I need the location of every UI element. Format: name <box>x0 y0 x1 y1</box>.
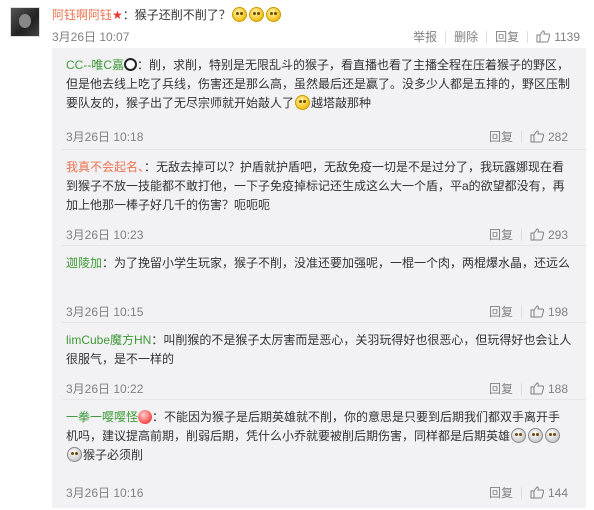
timestamp: 3月26日 10:22 <box>66 382 144 396</box>
username-link[interactable]: 一拳一嘤嘤怪 <box>66 410 138 424</box>
panda-badge-icon <box>124 58 137 71</box>
divider <box>520 131 522 143</box>
smirk-emoji-icon <box>295 95 311 110</box>
like-button[interactable]: 198 <box>530 305 568 319</box>
thumbs-up-icon <box>530 382 544 395</box>
main-comment: 阿钰啊阿钰★：猴子还削不削了？ 3月26日 10:07 举报 删除 回复 1139 <box>0 0 594 48</box>
reply-button[interactable]: 回复 <box>495 28 519 45</box>
divider <box>520 229 522 241</box>
like-button[interactable]: 293 <box>530 228 568 242</box>
avatar[interactable] <box>10 7 40 37</box>
laugh-emoji-icon <box>265 7 281 22</box>
main-comment-line: 阿钰啊阿钰★：猴子还削不削了？ <box>52 6 282 24</box>
reply-content: 迦陵加：为了挽留小学生玩家，猴子不削，没准还要加强呢，一棍一个肉，两棍爆水晶，还… <box>66 254 572 273</box>
divider <box>527 31 529 43</box>
divider <box>486 31 488 43</box>
username-link[interactable]: 迦陵加 <box>66 256 102 270</box>
thumbs-up-icon <box>530 486 544 499</box>
like-count: 282 <box>547 130 568 144</box>
like-count: 1139 <box>554 30 580 44</box>
reply-content: 一拳一嘤嘤怪 ：不能因为猴子是后期英雄就不削，你的意思是只要到后期我们都双手离开手… <box>66 408 572 465</box>
like-count: 293 <box>547 228 568 242</box>
reply-item: 迦陵加：为了挽留小学生玩家，猴子不削，没准还要加强呢，一棍一个肉，两棍爆水晶，还… <box>62 246 586 323</box>
username-link[interactable]: 我真不会起名、 <box>66 160 144 174</box>
reply-actions: 回复 293 <box>489 226 568 243</box>
divider <box>520 306 522 318</box>
reply-button[interactable]: 回复 <box>489 303 513 320</box>
like-count: 144 <box>547 486 568 500</box>
divider <box>445 31 447 43</box>
cry-emoji-icon <box>528 428 544 443</box>
cry-emoji-icon <box>511 428 527 443</box>
reply-content: limCube魔方HN：叫削猴的不是猴子太厉害而是恶心，关羽玩得好也很恶心，但玩… <box>66 331 572 369</box>
like-count: 188 <box>547 382 568 396</box>
username-link[interactable]: limCube魔方HN <box>66 333 151 347</box>
laugh-emoji-icon <box>231 7 247 22</box>
thumbs-up-icon <box>530 305 544 318</box>
cry-emoji-icon <box>67 447 82 462</box>
reply-button[interactable]: 回复 <box>489 226 513 243</box>
report-button[interactable]: 举报 <box>413 28 437 45</box>
timestamp: 3月26日 10:15 <box>66 305 144 319</box>
reply-item: 一拳一嘤嘤怪 ：不能因为猴子是后期英雄就不削，你的意思是只要到后期我们都双手离开手… <box>62 400 586 508</box>
thumbs-up-icon <box>536 30 551 43</box>
username-link[interactable]: 阿钰啊阿钰 <box>52 8 112 22</box>
like-button[interactable]: 282 <box>530 130 568 144</box>
like-button[interactable]: 144 <box>530 486 568 500</box>
like-count: 198 <box>547 305 568 319</box>
red-star-icon: ★ <box>112 8 123 22</box>
reply-text-tail: 猴子必须削 <box>83 448 144 462</box>
reply-actions: 回复 144 <box>489 484 568 501</box>
timestamp: 3月26日 10:18 <box>66 130 144 144</box>
cry-emoji-icon <box>545 428 561 443</box>
thumbs-up-icon <box>530 130 544 143</box>
red-face-badge-icon <box>138 410 153 424</box>
reply-item: 我真不会起名、：无敌去掉可以？护盾就护盾吧，无敌免疫一切是不是过分了，我玩露娜现… <box>62 150 586 246</box>
reply-actions: 回复 188 <box>489 380 568 397</box>
timestamp: 3月26日 10:16 <box>66 486 144 500</box>
reply-text: ：为了挽留小学生玩家，猴子不削，没准还要加强呢，一棍一个肉，两棍爆水晶，还远么 <box>102 256 571 270</box>
reply-text-tail: 越塔敲那种 <box>311 96 372 110</box>
comment-text: ：猴子还削不削了？ <box>122 8 231 22</box>
reply-content: CC--唯C嘉 ：削，求削，特别是无限乱斗的猴子，看直播也看了主播全程在压着猴子的… <box>66 56 572 113</box>
reply-button[interactable]: 回复 <box>489 128 513 145</box>
thumbs-up-icon <box>530 228 544 241</box>
reply-button[interactable]: 回复 <box>489 484 513 501</box>
like-button[interactable]: 1139 <box>536 30 580 44</box>
reply-actions: 回复 282 <box>489 128 568 145</box>
divider <box>520 487 522 499</box>
reply-item: limCube魔方HN：叫削猴的不是猴子太厉害而是恶心，关羽玩得好也很恶心，但玩… <box>62 323 586 400</box>
delete-button[interactable]: 删除 <box>454 28 478 45</box>
timestamp: 3月26日 10:23 <box>66 228 144 242</box>
laugh-emoji-icon <box>248 7 264 22</box>
username-link[interactable]: CC--唯C嘉 <box>66 58 124 72</box>
reply-actions: 回复 198 <box>489 303 568 320</box>
timestamp: 3月26日 10:07 <box>52 30 130 44</box>
divider <box>520 383 522 395</box>
like-button[interactable]: 188 <box>530 382 568 396</box>
replies-panel: CC--唯C嘉 ：削，求削，特别是无限乱斗的猴子，看直播也看了主播全程在压着猴子的… <box>52 48 586 508</box>
reply-content: 我真不会起名、：无敌去掉可以？护盾就护盾吧，无敌免疫一切是不是过分了，我玩露娜现… <box>66 158 572 215</box>
reply-item: CC--唯C嘉 ：削，求削，特别是无限乱斗的猴子，看直播也看了主播全程在压着猴子的… <box>62 48 586 150</box>
reply-button[interactable]: 回复 <box>489 380 513 397</box>
comment-actions: 举报 删除 回复 1139 <box>413 28 580 45</box>
